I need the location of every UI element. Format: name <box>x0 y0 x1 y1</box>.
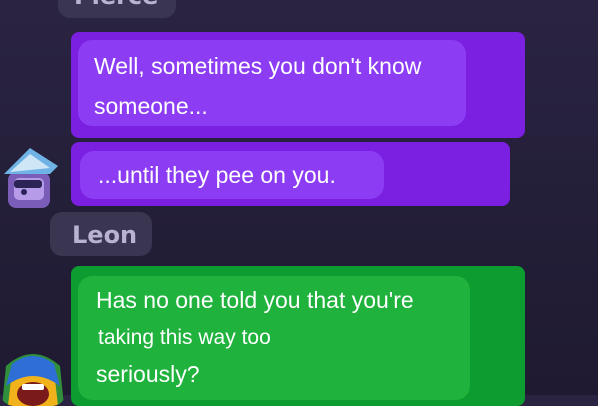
sender-name: Leon <box>72 221 138 249</box>
message-text-box: Well, sometimes you don't know someone..… <box>78 40 466 126</box>
sender-name: Pierce <box>74 0 158 10</box>
message-line: ...until they pee on you. <box>98 162 336 188</box>
leon-avatar-icon[interactable] <box>0 346 66 406</box>
sender-name-tag-pierce: Pierce <box>58 0 176 18</box>
message-line: Well, sometimes you don't know <box>94 53 422 79</box>
pierce-avatar-icon[interactable] <box>0 144 68 210</box>
message-line: seriously? <box>96 361 200 387</box>
message-text-box: Has no one told you that you're taking t… <box>78 276 470 400</box>
message-line: Has no one told you that you're <box>96 287 414 313</box>
message-line: taking this way too <box>98 326 271 349</box>
sender-name-tag-leon: Leon <box>50 212 152 256</box>
message-line: someone... <box>94 93 208 119</box>
message-text-box: ...until they pee on you. <box>80 151 384 199</box>
